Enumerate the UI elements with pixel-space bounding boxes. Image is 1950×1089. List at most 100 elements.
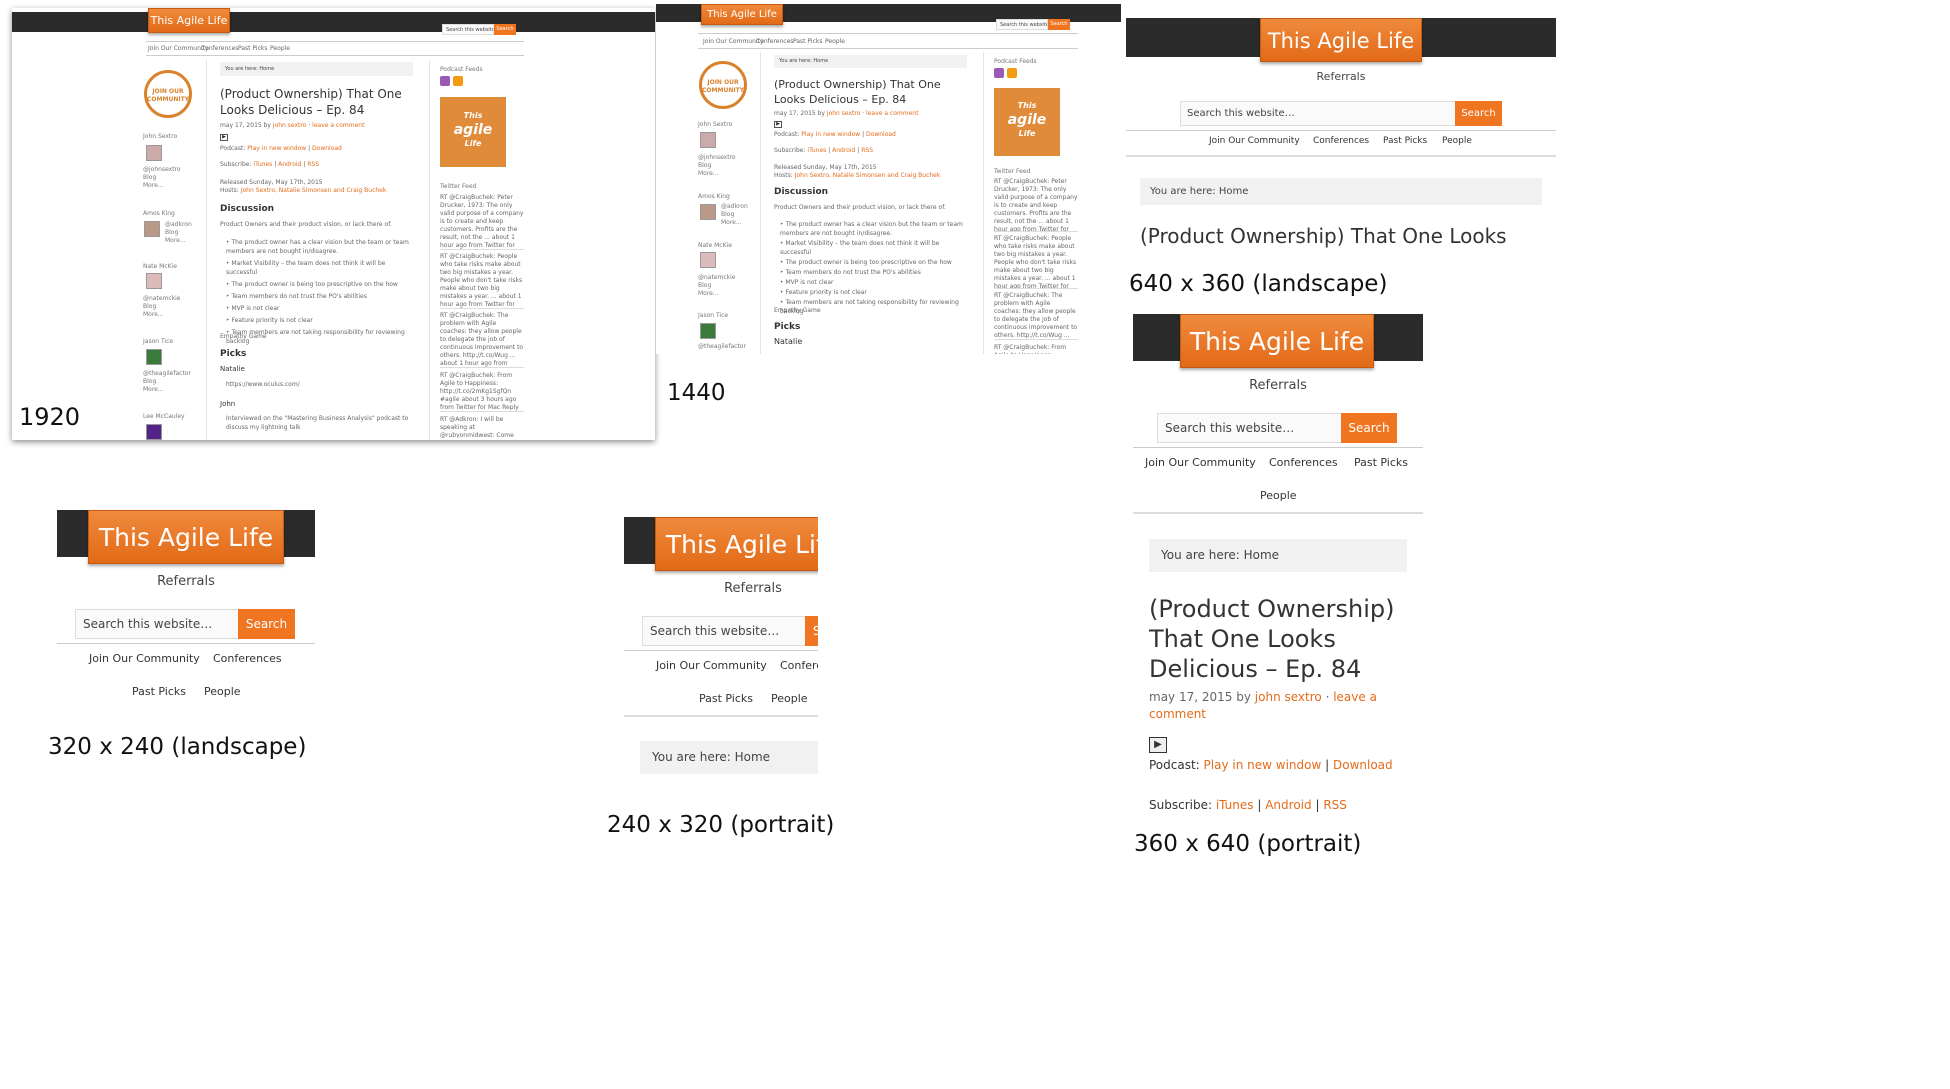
person-link[interactable]: More... (143, 181, 164, 190)
author-link[interactable]: john sextro (1255, 690, 1322, 704)
empathy-link[interactable]: Empathy Game (220, 332, 267, 341)
nav-people[interactable]: People (771, 692, 808, 705)
nav-past-picks[interactable]: Past Picks (238, 44, 267, 53)
nav-people[interactable]: People (270, 44, 290, 53)
itunes-feed-icon[interactable] (440, 76, 450, 86)
author-link[interactable]: john sextro (273, 122, 306, 129)
person-link[interactable]: More... (143, 385, 164, 394)
search-button[interactable]: Search (1455, 101, 1502, 126)
post-title-line3[interactable]: Delicious – Ep. 84 (1149, 655, 1361, 683)
post-title-line1[interactable]: (Product Ownership) That One (774, 78, 941, 91)
search-button[interactable]: Search (1048, 19, 1070, 30)
download-link[interactable]: Download (866, 131, 896, 138)
nav-people[interactable]: People (825, 37, 845, 46)
search-button[interactable]: Search (805, 616, 818, 646)
nav-conferences[interactable]: Conferences (201, 44, 238, 53)
referrals-link[interactable]: Referrals (624, 581, 818, 596)
download-link[interactable]: Download (1333, 758, 1393, 772)
empathy-link[interactable]: Empathy Game (774, 306, 821, 315)
nav-past-picks[interactable]: Past Picks (793, 37, 822, 46)
nav-conferences[interactable]: Conferences (780, 659, 818, 672)
nav-conferences[interactable]: Conferences (1313, 136, 1369, 146)
oculus-link[interactable]: https://www.oculus.com/ (226, 380, 300, 389)
rss-link[interactable]: RSS (307, 161, 319, 168)
itunes-link[interactable]: iTunes (1216, 798, 1254, 812)
android-link[interactable]: Android (278, 161, 301, 168)
nav-join[interactable]: Join Our Community (1145, 456, 1256, 469)
person-link[interactable]: More... (698, 169, 719, 178)
site-logo[interactable]: This Agile Life (701, 4, 783, 25)
post-title-line1[interactable]: (Product Ownership) (1149, 595, 1394, 623)
rss-feed-icon[interactable] (1007, 68, 1017, 78)
nav-people[interactable]: People (1442, 136, 1472, 146)
post-title[interactable]: (Product Ownership) That One Looks (1140, 224, 1507, 248)
play-link[interactable]: Play in new window (247, 145, 306, 152)
nav-join[interactable]: Join Our Community (89, 652, 200, 665)
nav-past-picks[interactable]: Past Picks (132, 685, 186, 698)
itunes-feed-icon[interactable] (994, 68, 1004, 78)
search-input[interactable]: Search this website… (1157, 413, 1342, 443)
nav-conferences[interactable]: Conferences (756, 37, 793, 46)
nav-past-picks[interactable]: Past Picks (699, 692, 753, 705)
nav-past-picks[interactable]: Past Picks (1354, 456, 1408, 469)
search-input[interactable]: Search this website… (642, 616, 806, 646)
person-link[interactable]: @theagilefactor (698, 342, 746, 351)
search-input[interactable]: Search this website… (75, 609, 239, 639)
play-icon[interactable]: ▶ (220, 134, 228, 141)
rss-link[interactable]: RSS (861, 147, 873, 154)
hosts-links[interactable]: John Sextro, Natalie Simonsen and Craig … (795, 172, 941, 179)
nav-conferences[interactable]: Conferences (1269, 456, 1338, 469)
search-button[interactable]: Search (238, 609, 295, 639)
person-link[interactable]: More... (143, 310, 164, 319)
play-link[interactable]: Play in new window (1204, 758, 1322, 772)
nav-people[interactable]: People (1260, 489, 1297, 502)
search-input[interactable]: Search this website… (1180, 101, 1456, 126)
post-title-line1[interactable]: (Product Ownership) That One (220, 87, 402, 101)
comment-link[interactable]: leave a comment (866, 110, 918, 117)
search-input[interactable]: Search this website… (996, 19, 1048, 30)
referrals-link[interactable]: Referrals (1126, 70, 1556, 83)
post-title-line2[interactable]: Looks Delicious – Ep. 84 (774, 93, 906, 106)
rss-feed-icon[interactable] (453, 76, 463, 86)
nav-conferences[interactable]: Conferences (213, 652, 282, 665)
podcast-logo[interactable]: This agile Life (994, 88, 1060, 156)
site-logo[interactable]: This Agile Life (148, 8, 230, 33)
android-link[interactable]: Android (832, 147, 855, 154)
nav-people[interactable]: People (204, 685, 241, 698)
play-link[interactable]: Play in new window (801, 131, 860, 138)
comment-link[interactable]: leave a (1333, 690, 1377, 704)
hosts-links[interactable]: John Sextro, Natalie Simonsen and Craig … (241, 187, 387, 194)
community-seal[interactable]: JOIN OUR COMMUNITY (699, 61, 747, 109)
play-icon[interactable]: ▶ (1149, 737, 1167, 753)
comment-link[interactable]: leave a comment (312, 122, 364, 129)
post-title-line2[interactable]: That One Looks (1149, 625, 1336, 653)
site-logo[interactable]: This Agile Life (1260, 18, 1422, 62)
download-link[interactable]: Download (312, 145, 342, 152)
site-logo[interactable]: This Agile Life (88, 510, 284, 564)
itunes-link[interactable]: iTunes (253, 161, 272, 168)
referrals-link[interactable]: Referrals (57, 574, 315, 589)
site-logo[interactable]: This Agile Life (1180, 314, 1374, 368)
nav-join[interactable]: Join Our Community (656, 659, 767, 672)
nav-join[interactable]: Join Our Community (1209, 136, 1300, 146)
search-input[interactable]: Search this website… (442, 24, 494, 35)
person-link[interactable]: More... (165, 236, 186, 245)
post-title-line2[interactable]: Looks Delicious – Ep. 84 (220, 103, 364, 117)
play-icon[interactable]: ▶ (774, 121, 782, 128)
search-button[interactable]: Search (494, 24, 516, 35)
rss-link[interactable]: RSS (1323, 798, 1347, 812)
itunes-link[interactable]: iTunes (807, 147, 826, 154)
search-button[interactable]: Search (1341, 413, 1397, 443)
comment-link-wrap[interactable]: comment (1149, 707, 1206, 721)
android-link[interactable]: Android (1265, 798, 1311, 812)
person-link[interactable]: More... (721, 218, 742, 227)
referrals-link[interactable]: Referrals (1133, 378, 1423, 393)
nav-join[interactable]: Join Our Community (148, 44, 208, 53)
person-link[interactable]: More... (698, 289, 719, 298)
nav-past-picks[interactable]: Past Picks (1383, 136, 1427, 146)
nav-join[interactable]: Join Our Community (703, 37, 763, 46)
podcast-logo[interactable]: This agile Life (440, 97, 506, 167)
site-logo[interactable]: This Agile Life (655, 517, 818, 571)
author-link[interactable]: john sextro (827, 110, 860, 117)
community-seal[interactable]: JOIN OUR COMMUNITY (144, 70, 192, 118)
